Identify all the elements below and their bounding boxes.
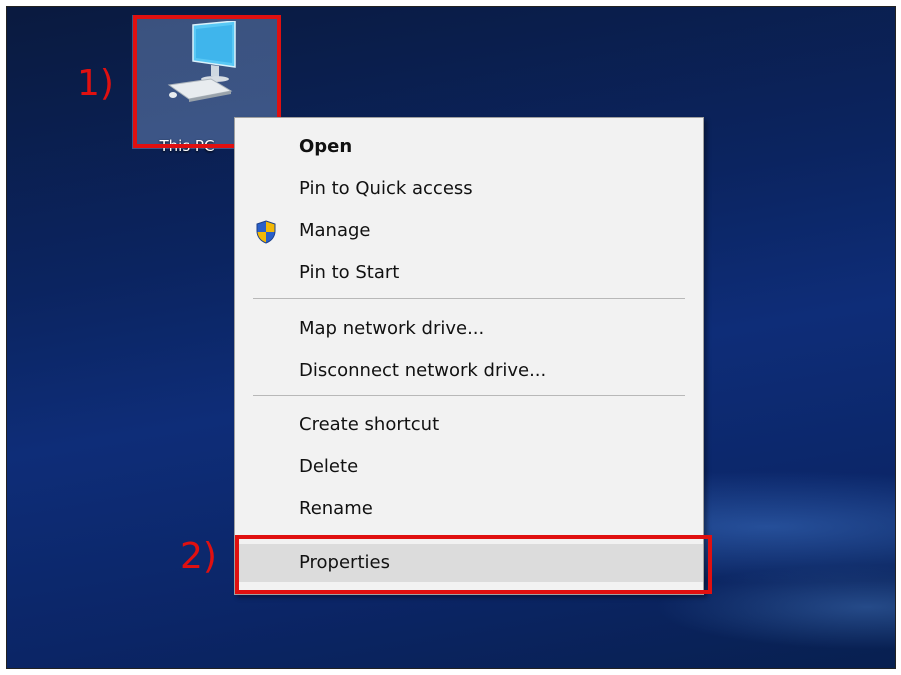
menu-item-label: Pin to Quick access [299, 178, 473, 199]
uac-shield-icon [256, 220, 276, 244]
context-menu: Open Pin to Quick access Manage Pin to S… [234, 117, 704, 595]
menu-item-manage[interactable]: Manage [235, 212, 703, 250]
annotation-step-2: 2) [180, 536, 217, 577]
menu-item-disconnect-network-drive[interactable]: Disconnect network drive... [235, 352, 703, 390]
menu-item-label: Delete [299, 456, 359, 477]
menu-item-map-network-drive[interactable]: Map network drive... [235, 310, 703, 348]
menu-item-rename[interactable]: Rename [235, 490, 703, 528]
menu-item-create-shortcut[interactable]: Create shortcut [235, 406, 703, 444]
menu-separator [253, 298, 685, 299]
menu-item-label: Create shortcut [299, 414, 440, 435]
menu-item-open[interactable]: Open [235, 128, 703, 166]
menu-item-delete[interactable]: Delete [235, 448, 703, 486]
annotation-step-1: 1) [77, 63, 114, 104]
menu-item-label: Map network drive... [299, 318, 485, 339]
menu-item-label: Manage [299, 220, 371, 241]
menu-separator [253, 395, 685, 396]
menu-item-label: Disconnect network drive... [299, 360, 547, 381]
menu-item-label: Pin to Start [299, 262, 400, 283]
annotation-highlight-box-2 [235, 535, 712, 594]
menu-item-pin-to-start[interactable]: Pin to Start [235, 254, 703, 292]
menu-item-label: Open [299, 136, 353, 157]
menu-item-label: Rename [299, 498, 373, 519]
menu-item-pin-to-quick-access[interactable]: Pin to Quick access [235, 170, 703, 208]
